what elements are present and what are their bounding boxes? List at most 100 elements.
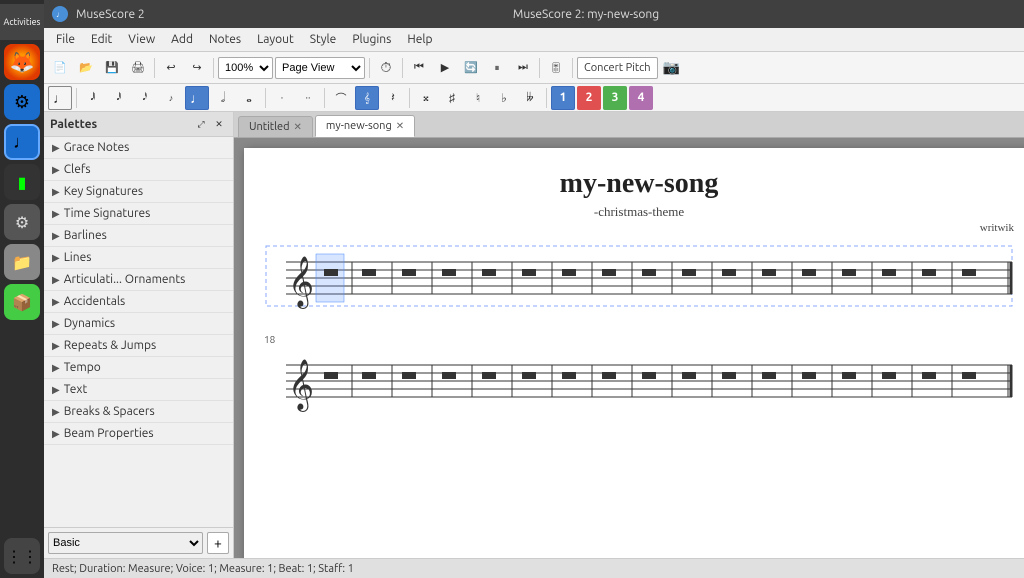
beam-button[interactable]: 𝄞 bbox=[355, 86, 379, 110]
terminal-icon[interactable]: ▮ bbox=[4, 164, 40, 200]
palette-set-select[interactable]: Basic bbox=[48, 532, 203, 554]
menu-style[interactable]: Style bbox=[302, 31, 345, 48]
acc-flat2[interactable]: 𝄫 bbox=[518, 86, 542, 110]
redo-button[interactable]: ↪ bbox=[185, 56, 209, 80]
sep6 bbox=[572, 58, 573, 78]
linux-activities[interactable]: Activities bbox=[0, 4, 44, 40]
metronome-button[interactable]: ⏱ bbox=[374, 56, 398, 80]
dot-button[interactable]: · bbox=[270, 86, 294, 110]
palette-key-signatures[interactable]: ▶ Key Signatures bbox=[44, 181, 233, 203]
menu-notes[interactable]: Notes bbox=[201, 31, 249, 48]
voice-2[interactable]: 2 bbox=[577, 86, 601, 110]
voice-1[interactable]: 1 bbox=[551, 86, 575, 110]
dur-16[interactable]: 𝅘𝅥𝅰 bbox=[133, 86, 157, 110]
palettes-panel: Palettes ⤢ ✕ ▶ Grace Notes ▶ Clefs bbox=[44, 112, 234, 558]
settings-icon[interactable]: ⚙ bbox=[4, 204, 40, 240]
palette-repeats[interactable]: ▶ Repeats & Jumps bbox=[44, 335, 233, 357]
musescore-icon[interactable]: ♩ bbox=[4, 124, 40, 160]
save-button[interactable]: 💾 bbox=[100, 56, 124, 80]
zoom-select[interactable]: 100% bbox=[218, 57, 273, 79]
tab-my-new-song-label: my-new-song bbox=[326, 120, 392, 132]
sep3 bbox=[369, 58, 370, 78]
mixer-button[interactable]: 🎚 bbox=[544, 56, 568, 80]
next-button[interactable]: ⏭ bbox=[511, 56, 535, 80]
acc-natural[interactable]: ♮ bbox=[466, 86, 490, 110]
score-page: my-new-song -christmas-theme writwik bbox=[244, 148, 1024, 558]
menu-add[interactable]: Add bbox=[163, 31, 201, 48]
palette-grace-notes[interactable]: ▶ Grace Notes bbox=[44, 137, 233, 159]
note-sep2 bbox=[265, 88, 266, 108]
palette-beam[interactable]: ▶ Beam Properties bbox=[44, 423, 233, 445]
rewind-button[interactable]: ⏮ bbox=[407, 56, 431, 80]
acc-flat[interactable]: ♭ bbox=[492, 86, 516, 110]
undo-button[interactable]: ↩ bbox=[159, 56, 183, 80]
acc-sharp[interactable]: ♯ bbox=[440, 86, 464, 110]
screenshot-button[interactable]: 📷 bbox=[660, 56, 684, 80]
files-icon[interactable]: 📁 bbox=[4, 244, 40, 280]
dur-1[interactable]: 𝅝 bbox=[237, 86, 261, 110]
palette-articulations[interactable]: ▶ Articulati... Ornaments bbox=[44, 269, 233, 291]
voice-3[interactable]: 3 bbox=[603, 86, 627, 110]
app-name: MuseScore 2 bbox=[76, 8, 145, 21]
play-button[interactable]: ▶ bbox=[433, 56, 457, 80]
menu-edit[interactable]: Edit bbox=[83, 31, 120, 48]
palette-add-button[interactable]: + bbox=[207, 532, 229, 554]
pause-button[interactable]: ⏸ bbox=[485, 56, 509, 80]
status-text: Rest; Duration: Measure; Voice: 1; Measu… bbox=[52, 563, 354, 575]
palette-dynamics[interactable]: ▶ Dynamics bbox=[44, 313, 233, 335]
tab-untitled[interactable]: Untitled ✕ bbox=[238, 116, 313, 137]
print-button[interactable]: 🖨 bbox=[126, 56, 150, 80]
open-button[interactable]: 📂 bbox=[74, 56, 98, 80]
palette-clefs[interactable]: ▶ Clefs bbox=[44, 159, 233, 181]
menu-help[interactable]: Help bbox=[399, 31, 440, 48]
palette-arrow: ▶ bbox=[52, 318, 60, 330]
voice-4[interactable]: 4 bbox=[629, 86, 653, 110]
concert-pitch-button[interactable]: Concert Pitch bbox=[577, 57, 658, 79]
dur-4[interactable]: ♩ bbox=[185, 86, 209, 110]
score-subtitle: -christmas-theme bbox=[264, 204, 1014, 220]
menu-bar: File Edit View Add Notes Layout Style Pl… bbox=[44, 28, 1024, 52]
grid-icon[interactable]: ⋮⋮ bbox=[4, 538, 40, 574]
new-button[interactable]: 📄 bbox=[48, 56, 72, 80]
view-select[interactable]: Page View bbox=[275, 57, 365, 79]
dur-64[interactable]: 𝅘𝅥𝅲 bbox=[81, 86, 105, 110]
dot2-button[interactable]: ·· bbox=[296, 86, 320, 110]
palette-lines[interactable]: ▶ Lines bbox=[44, 247, 233, 269]
palettes-close[interactable]: ✕ bbox=[211, 116, 227, 132]
palette-accidentals[interactable]: ▶ Accidentals bbox=[44, 291, 233, 313]
palettes-resize[interactable]: ⤢ bbox=[193, 116, 209, 132]
acc-sharp2[interactable]: 𝄪 bbox=[414, 86, 438, 110]
score-content[interactable]: my-new-song -christmas-theme writwik bbox=[234, 138, 1024, 558]
palette-arrow: ▶ bbox=[52, 164, 60, 176]
loop-button[interactable]: 🔄 bbox=[459, 56, 483, 80]
software-icon[interactable]: 📦 bbox=[4, 284, 40, 320]
tab-untitled-close[interactable]: ✕ bbox=[294, 121, 302, 133]
palette-text[interactable]: ▶ Text bbox=[44, 379, 233, 401]
palette-barlines[interactable]: ▶ Barlines bbox=[44, 225, 233, 247]
kde-icon[interactable]: ⚙ bbox=[4, 84, 40, 120]
tab-my-new-song-close[interactable]: ✕ bbox=[396, 120, 404, 132]
palette-breaks[interactable]: ▶ Breaks & Spacers bbox=[44, 401, 233, 423]
tab-my-new-song[interactable]: my-new-song ✕ bbox=[315, 115, 415, 137]
palette-arrow: ▶ bbox=[52, 406, 60, 418]
dur-32[interactable]: 𝅘𝅥𝅱 bbox=[107, 86, 131, 110]
staff-system-1[interactable]: 𝄞 bbox=[264, 244, 1014, 314]
firefox-icon[interactable]: 🦊 bbox=[4, 44, 40, 80]
sep1 bbox=[154, 58, 155, 78]
palette-tempo[interactable]: ▶ Tempo bbox=[44, 357, 233, 379]
dur-2[interactable]: 𝅗𝅥 bbox=[211, 86, 235, 110]
menu-file[interactable]: File bbox=[48, 31, 83, 48]
staff-system-2[interactable]: 𝄞 bbox=[264, 347, 1014, 417]
palette-arrow: ▶ bbox=[52, 142, 60, 154]
note-sep1 bbox=[76, 88, 77, 108]
dur-8[interactable]: ♪ bbox=[159, 86, 183, 110]
note-sep5 bbox=[546, 88, 547, 108]
menu-plugins[interactable]: Plugins bbox=[344, 31, 399, 48]
palette-time-signatures[interactable]: ▶ Time Signatures bbox=[44, 203, 233, 225]
score-author: writwik bbox=[264, 222, 1014, 234]
rest-button[interactable]: 𝄽 bbox=[381, 86, 405, 110]
menu-layout[interactable]: Layout bbox=[249, 31, 302, 48]
note-input-mode[interactable]: ♩ bbox=[48, 86, 72, 110]
menu-view[interactable]: View bbox=[120, 31, 163, 48]
tie-button[interactable]: ⌒ bbox=[329, 86, 353, 110]
